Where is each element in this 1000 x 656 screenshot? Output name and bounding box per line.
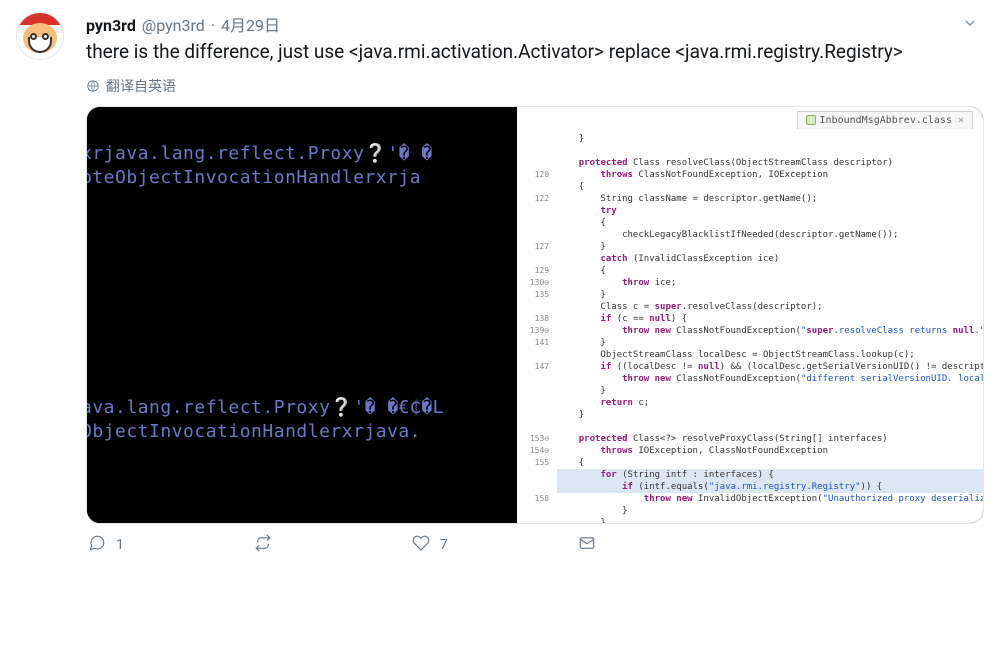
- hex-line: pteObjectInvocationHandlerxrja: [87, 167, 421, 188]
- tweet-media[interactable]: xrjava.lang.reflect.Proxy❔'� � pteObject…: [86, 106, 984, 524]
- tweet-actions: 1 7: [86, 524, 984, 556]
- reply-icon: [88, 534, 106, 556]
- code: } protected Class resolveClass(ObjectStr…: [553, 133, 983, 523]
- gutter: 120122127129130⊖135138139⊖141147153⊖154⊖…: [517, 133, 553, 523]
- code-area: 120122127129130⊖135138139⊖141147153⊖154⊖…: [517, 133, 983, 523]
- separator-dot: ·: [211, 16, 215, 35]
- retweet-icon: [254, 534, 272, 556]
- dm-button[interactable]: [578, 534, 606, 556]
- close-icon[interactable]: ×: [958, 114, 964, 128]
- handle[interactable]: @pyn3rd: [142, 16, 205, 35]
- globe-icon: [86, 79, 100, 93]
- like-button[interactable]: 7: [412, 534, 448, 556]
- media-left-pane: xrjava.lang.reflect.Proxy❔'� � pteObject…: [87, 107, 517, 523]
- translate-row[interactable]: 翻译自英语: [86, 76, 984, 96]
- avatar-column: [16, 12, 76, 556]
- heart-icon: [412, 534, 430, 556]
- envelope-icon: [578, 534, 596, 556]
- tab-label: InboundMsgAbbrev.class: [820, 114, 952, 128]
- avatar[interactable]: [16, 12, 64, 60]
- hex-line: xrjava.lang.reflect.Proxy❔'� �: [87, 143, 433, 164]
- tweet-header: pyn3rd @pyn3rd · 4月29日: [86, 12, 984, 36]
- tweet-content: pyn3rd @pyn3rd · 4月29日 there is the diff…: [86, 12, 984, 556]
- reply-button[interactable]: 1: [88, 534, 124, 556]
- hex-line: ava.lang.reflect.Proxy❔'� �€₵�L: [87, 397, 444, 418]
- hex-line: ObjectInvocationHandlerxrjava.: [87, 421, 421, 442]
- tweet-text: there is the difference, just use <java.…: [86, 38, 984, 66]
- media-right-pane: InboundMsgAbbrev.class × 120122127129130…: [517, 107, 983, 523]
- tweet: pyn3rd @pyn3rd · 4月29日 there is the diff…: [0, 0, 1000, 568]
- translate-label: 翻译自英语: [106, 76, 176, 96]
- like-count: 7: [440, 537, 448, 553]
- display-name[interactable]: pyn3rd: [86, 16, 136, 35]
- file-icon: [806, 115, 816, 125]
- editor-tab[interactable]: InboundMsgAbbrev.class ×: [797, 111, 973, 130]
- more-caret-icon[interactable]: [962, 15, 984, 35]
- tweet-date[interactable]: 4月29日: [221, 12, 280, 36]
- retweet-button[interactable]: [254, 534, 282, 556]
- reply-count: 1: [116, 537, 124, 553]
